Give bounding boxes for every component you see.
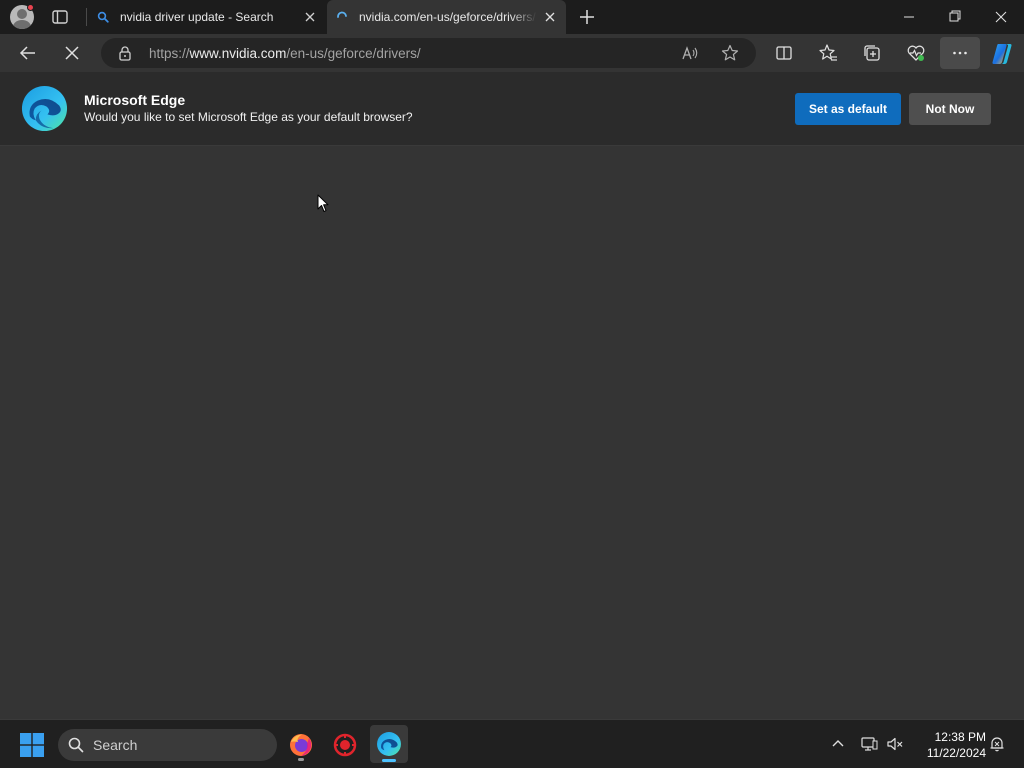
collections-icon[interactable] [862, 43, 882, 63]
show-hidden-icons-icon[interactable] [829, 735, 847, 753]
infobar-title: Microsoft Edge [84, 92, 186, 108]
close-window-icon[interactable] [978, 0, 1024, 34]
taskbar-search-box[interactable]: Search [58, 729, 277, 761]
url-host: www.nvidia.com [189, 46, 287, 61]
split-screen-icon[interactable] [774, 43, 794, 63]
url-scheme: https:// [149, 46, 190, 61]
set-as-default-button[interactable]: Set as default [795, 93, 901, 125]
tab-actions-icon[interactable] [50, 7, 70, 27]
taskbar-search-label: Search [93, 737, 138, 753]
mouse-cursor-icon [317, 194, 329, 212]
windows-start-icon[interactable] [20, 733, 44, 757]
more-options-icon [953, 51, 967, 55]
taskbar-app-red[interactable] [328, 728, 362, 762]
page-content [0, 147, 1024, 719]
taskbar-app-edge[interactable] [370, 725, 408, 763]
url-text: https://www.nvidia.com/en-us/geforce/dri… [149, 46, 421, 61]
system-clock[interactable]: 12:38 PM 11/22/2024 [914, 729, 986, 761]
tab-title: nvidia driver update - Search [120, 10, 274, 24]
search-icon [68, 737, 84, 753]
tab-strip: nvidia driver update - Search nvidia.com… [0, 0, 1024, 34]
stop-loading-icon[interactable] [62, 43, 82, 63]
new-tab-icon[interactable] [578, 8, 596, 26]
app-active-indicator [382, 759, 396, 762]
red-app-icon [333, 733, 357, 757]
minimize-icon[interactable] [886, 0, 932, 34]
edge-logo-icon [21, 85, 68, 132]
taskbar: Search 12:38 PM 11/22/2024 [0, 719, 1024, 768]
tab-separator [86, 8, 87, 26]
favorite-star-icon[interactable] [721, 44, 739, 62]
restore-icon[interactable] [932, 0, 978, 34]
search-icon [97, 11, 109, 23]
back-icon[interactable] [18, 43, 38, 63]
clock-time: 12:38 PM [934, 730, 986, 744]
address-bar[interactable]: https://www.nvidia.com/en-us/geforce/dri… [101, 38, 756, 68]
close-tab-icon[interactable] [544, 11, 556, 23]
copilot-icon[interactable] [990, 42, 1014, 66]
notifications-icon[interactable] [988, 735, 1006, 753]
tab-title: nvidia.com/en-us/geforce/drivers/ [359, 10, 536, 24]
clock-date: 11/22/2024 [926, 746, 986, 760]
url-path: /en-us/geforce/drivers/ [286, 46, 421, 61]
volume-muted-icon[interactable] [886, 735, 904, 753]
firefox-icon [290, 734, 312, 756]
app-running-indicator [298, 758, 304, 761]
not-now-button[interactable]: Not Now [909, 93, 991, 125]
navigation-toolbar: https://www.nvidia.com/en-us/geforce/dri… [0, 34, 1024, 72]
default-browser-infobar: Microsoft Edge Would you like to set Mic… [0, 72, 1024, 146]
browser-essentials-icon[interactable] [906, 43, 926, 63]
infobar-message: Would you like to set Microsoft Edge as … [84, 110, 413, 124]
read-aloud-icon[interactable] [681, 44, 699, 62]
edge-icon [377, 732, 401, 756]
favorites-icon[interactable] [818, 43, 838, 63]
close-tab-icon[interactable] [304, 11, 316, 23]
network-icon[interactable] [860, 735, 878, 753]
browser-window: nvidia driver update - Search nvidia.com… [0, 0, 1024, 768]
loading-spinner-icon [337, 11, 347, 18]
settings-more-button[interactable] [940, 37, 980, 69]
tab-nvidia-drivers[interactable]: nvidia.com/en-us/geforce/drivers/ [327, 0, 566, 34]
taskbar-app-firefox[interactable] [284, 728, 318, 762]
profile-notification-badge [27, 4, 34, 11]
tab-search[interactable]: nvidia driver update - Search [88, 0, 326, 34]
lock-icon[interactable] [117, 45, 133, 61]
